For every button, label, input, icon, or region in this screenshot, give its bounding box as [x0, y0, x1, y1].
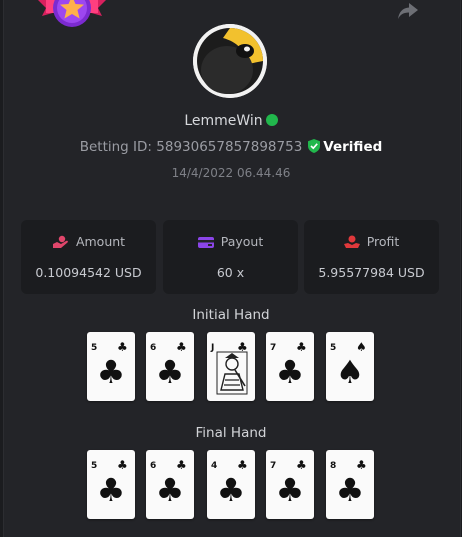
payout-label: Payout	[220, 234, 264, 249]
payout-value: 60 x	[216, 265, 245, 280]
card-suit-small: ♣	[296, 340, 307, 354]
profit-label: Profit	[366, 234, 400, 249]
amount-label: Amount	[75, 234, 126, 249]
betting-id-label: Betting ID:	[79, 139, 152, 155]
card-suit-small: ♣	[176, 458, 187, 472]
betting-id-value: 58930657857898753	[156, 139, 303, 155]
card-rank: 5	[91, 461, 98, 471]
payout-wallet-icon	[197, 237, 214, 248]
card-suit-small: ♣	[117, 458, 128, 472]
card-suit-big: ♣	[216, 471, 246, 509]
profit-hand-icon	[343, 235, 360, 248]
initial-card-1[interactable]: 5 ♣ ♣	[87, 332, 135, 401]
card-suit-small: ♣	[356, 458, 367, 472]
card-rank: 5	[330, 343, 337, 353]
betting-id-row: Betting ID: 58930657857898753 Verified	[0, 139, 462, 155]
card-rank: 6	[150, 343, 157, 353]
star-ribbon-badge-icon	[38, 0, 106, 27]
verified-shield-icon	[308, 139, 321, 153]
share-arrow-icon[interactable]	[396, 0, 420, 22]
final-card-1[interactable]: 5 ♣ ♣	[87, 450, 135, 519]
card-rank: 7	[270, 343, 277, 353]
jack-face-icon	[216, 351, 248, 395]
card-suit-small: ♣	[296, 458, 307, 472]
amount-stat: Amount 0.10094542 USD	[21, 220, 156, 294]
card-suit-big: ♠	[335, 353, 365, 391]
initial-card-5[interactable]: 5 ♠ ♠	[326, 332, 374, 401]
final-hand-title: Final Hand	[195, 425, 267, 441]
card-suit-big: ♣	[335, 471, 365, 509]
initial-card-3[interactable]: J ♣	[207, 332, 255, 401]
card-rank: 4	[211, 461, 218, 471]
initial-card-4[interactable]: 7 ♣ ♣	[266, 332, 314, 401]
card-rank: 8	[330, 461, 337, 471]
amount-value: 0.10094542 USD	[35, 265, 142, 280]
username-row: LemmeWin	[0, 113, 462, 129]
payout-stat: Payout 60 x	[163, 220, 298, 294]
avatar	[193, 24, 267, 98]
card-suit-big: ♣	[275, 471, 305, 509]
bet-datetime: 14/4/2022 06.44.46	[171, 166, 291, 180]
card-suit-small: ♣	[176, 340, 187, 354]
username[interactable]: LemmeWin	[184, 113, 262, 129]
card-suit-big: ♣	[155, 471, 185, 509]
card-suit-big: ♣	[96, 353, 126, 391]
card-rank: J	[211, 343, 215, 353]
initial-hand-title: Initial Hand	[192, 307, 270, 323]
card-suit-small: ♣	[117, 340, 128, 354]
card-suit-big: ♣	[275, 353, 305, 391]
final-card-3[interactable]: 4 ♣ ♣	[207, 450, 255, 519]
card-rank: 5	[91, 343, 98, 353]
profit-value: 5.95577984 USD	[318, 265, 425, 280]
verified-label: Verified	[323, 139, 383, 155]
amount-hand-icon	[52, 235, 68, 248]
card-rank: 7	[270, 461, 277, 471]
final-card-4[interactable]: 7 ♣ ♣	[266, 450, 314, 519]
card-suit-small: ♠	[356, 340, 367, 354]
card-suit-big: ♣	[96, 471, 126, 509]
card-suit-small: ♣	[237, 458, 248, 472]
card-rank: 6	[150, 461, 157, 471]
profit-stat: Profit 5.95577984 USD	[304, 220, 439, 294]
initial-card-2[interactable]: 6 ♣ ♣	[146, 332, 194, 401]
card-suit-big: ♣	[155, 353, 185, 391]
online-status-icon	[265, 114, 278, 126]
final-card-5[interactable]: 8 ♣ ♣	[326, 450, 374, 519]
final-card-2[interactable]: 6 ♣ ♣	[146, 450, 194, 519]
